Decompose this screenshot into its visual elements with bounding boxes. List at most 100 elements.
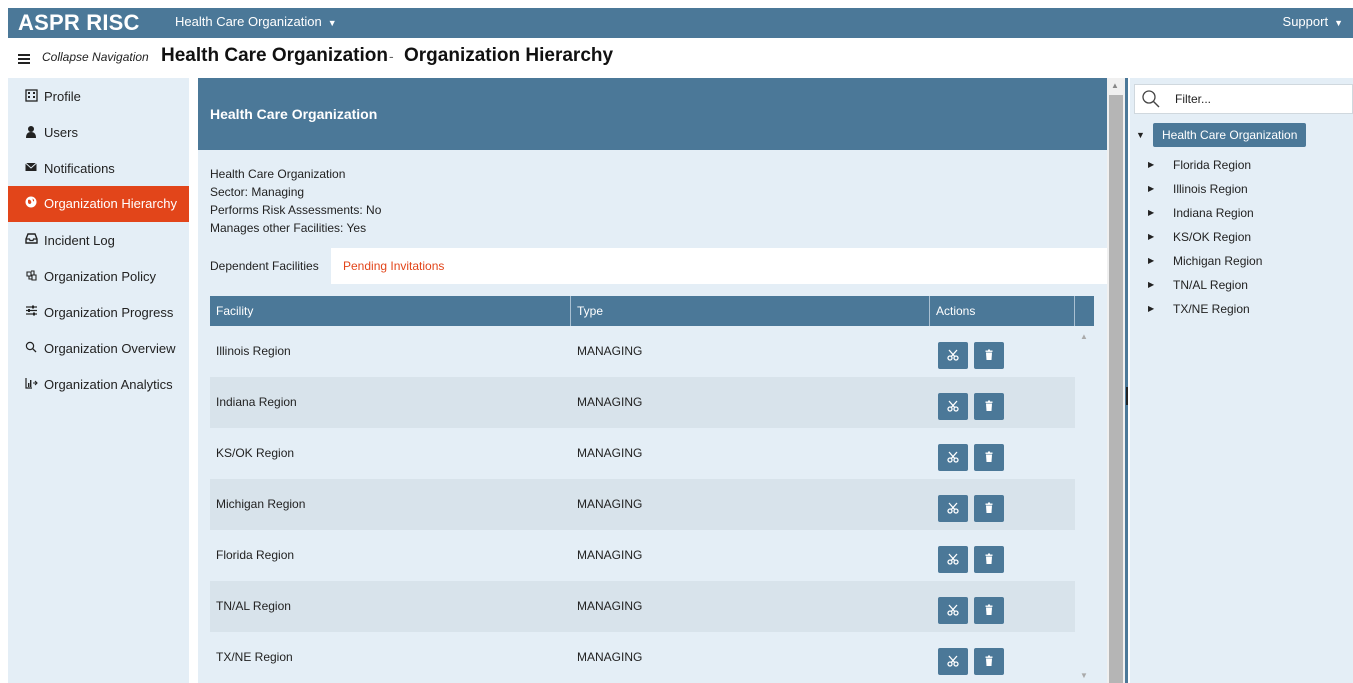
unlink-button[interactable] [938,597,968,624]
divider-handle[interactable] [1126,387,1128,405]
tree-node[interactable]: ▶ KS/OK Region [1130,226,1353,250]
sidebar-item-label: Users [44,125,78,140]
table-scrollbar[interactable]: ▲ ▼ [1075,326,1094,683]
unlink-button[interactable] [938,546,968,573]
sidebar-item-organization-analytics[interactable]: Organization Analytics [8,367,189,403]
expand-arrow-icon[interactable]: ▶ [1148,280,1154,289]
table-row: TN/AL Region MANAGING [210,581,1075,632]
sidebar-item-users[interactable]: Users [8,115,189,151]
tree-root-node[interactable]: Health Care Organization [1153,123,1307,147]
sidebar-item-notifications[interactable]: Notifications [8,151,189,187]
delete-button[interactable] [974,342,1004,369]
tree-filter [1134,84,1353,114]
organization-menu-label: Health Care Organization [175,14,322,29]
sidebar-item-profile[interactable]: Profile [8,79,189,115]
tab-pending-invitations[interactable]: Pending Invitations [331,248,456,284]
delete-button[interactable] [974,393,1004,420]
unlink-icon [947,349,959,361]
collapse-navigation-link[interactable]: Collapse Navigation [42,50,149,64]
scrollbar-thumb[interactable] [1109,95,1123,683]
sidebar-item-label: Profile [44,89,81,104]
sidebar-item-organization-policy[interactable]: Organization Policy [8,259,189,295]
sidebar-item-organization-progress[interactable]: Organization Progress [8,295,189,331]
expand-arrow-icon[interactable]: ▶ [1148,256,1154,265]
delete-button[interactable] [974,444,1004,471]
tree-node[interactable]: ▶ TN/AL Region [1130,274,1353,298]
unlink-button[interactable] [938,648,968,675]
globe-icon [24,196,38,210]
tree-node-label: Illinois Region [1173,182,1248,196]
caret-down-icon: ▼ [327,18,337,28]
sidebar-item-label: Notifications [44,161,115,176]
table-row: Indiana Region MANAGING [210,377,1075,428]
scroll-up-icon[interactable]: ▲ [1111,81,1119,90]
sidebar-item-organization-overview[interactable]: Organization Overview [8,331,189,367]
sidebar: Profile Users Notifications Organization… [8,78,189,683]
tab-dependent-facilities[interactable]: Dependent Facilities [198,248,331,284]
app-brand[interactable]: ASPR RISC [18,8,140,38]
title-separator: - [389,48,394,64]
org-manages-facilities: Manages other Facilities: Yes [210,221,367,235]
user-icon [24,125,38,139]
expand-arrow-icon[interactable]: ▼ [1136,130,1145,140]
top-bar-inner: ASPR RISC Health Care Organization ▼ Supp… [8,8,1353,38]
support-menu[interactable]: Support ▼ [1283,8,1343,37]
type-cell: MANAGING [577,650,643,664]
delete-button[interactable] [974,648,1004,675]
unlink-button[interactable] [938,444,968,471]
tree-node[interactable]: ▶ Illinois Region [1130,178,1353,202]
hamburger-icon[interactable] [18,54,30,64]
unlink-icon [947,604,959,616]
unlink-icon [947,553,959,565]
expand-arrow-icon[interactable]: ▶ [1148,304,1154,313]
column-header-type[interactable]: Type [571,296,930,326]
tree-node[interactable]: ▶ Indiana Region [1130,202,1353,226]
delete-button[interactable] [974,597,1004,624]
expand-arrow-icon[interactable]: ▶ [1148,208,1154,217]
tree-node-label: TN/AL Region [1173,278,1248,292]
trash-icon [985,604,993,615]
main-scrollbar[interactable]: ▲ [1107,78,1125,683]
policy-icon [24,269,38,283]
sidebar-item-label: Organization Hierarchy [44,196,177,211]
column-header-spacer [1075,296,1094,326]
unlink-button[interactable] [938,495,968,522]
expand-arrow-icon[interactable]: ▶ [1148,184,1154,193]
trash-icon [985,349,993,360]
column-header-actions: Actions [930,296,1075,326]
panel-divider[interactable] [1125,78,1128,683]
org-name: Health Care Organization [210,167,346,181]
expand-arrow-icon[interactable]: ▶ [1148,232,1154,241]
expand-arrow-icon[interactable]: ▶ [1148,160,1154,169]
trash-icon [985,451,993,462]
table-header: Facility Type Actions [210,296,1094,326]
scroll-up-icon[interactable]: ▲ [1080,332,1088,341]
sidebar-item-incident-log[interactable]: Incident Log [8,223,189,259]
search-icon [1141,89,1161,114]
scroll-down-icon[interactable]: ▼ [1080,671,1088,680]
table-row: KS/OK Region MANAGING [210,428,1075,479]
column-header-facility[interactable]: Facility [210,296,571,326]
delete-button[interactable] [974,495,1004,522]
sidebar-item-label: Organization Analytics [44,377,173,392]
facility-cell: Michigan Region [216,497,306,511]
organization-menu[interactable]: Health Care Organization ▼ [175,8,337,37]
type-cell: MANAGING [577,497,643,511]
tree-node-label: Florida Region [1173,158,1252,172]
tree-node[interactable]: ▶ Florida Region [1130,154,1353,178]
org-details: Health Care Organization Sector: Managin… [210,165,381,237]
tree-node-label: TX/NE Region [1173,302,1250,316]
org-header: Health Care Organization [198,78,1107,150]
search-icon [24,341,38,355]
delete-button[interactable] [974,546,1004,573]
tree-node[interactable]: ▶ TX/NE Region [1130,298,1353,322]
trash-icon [985,553,993,564]
sidebar-item-organization-hierarchy[interactable]: Organization Hierarchy [8,186,189,222]
unlink-button[interactable] [938,393,968,420]
unlink-icon [947,502,959,514]
tree-filter-input[interactable] [1175,92,1345,106]
tree-node[interactable]: ▶ Michigan Region [1130,250,1353,274]
tree-node-label: KS/OK Region [1173,230,1252,244]
unlink-button[interactable] [938,342,968,369]
sidebar-item-label: Organization Overview [44,341,176,356]
